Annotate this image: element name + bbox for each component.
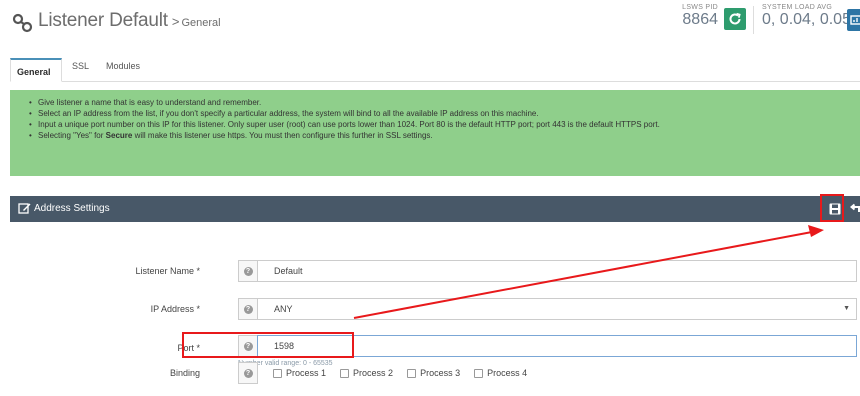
pid-label: LSWS PID (682, 4, 718, 11)
pid-value: 8864 (682, 11, 718, 28)
checkbox-label: Process 1 (286, 368, 327, 378)
breadcrumb-separator: > (171, 14, 180, 29)
binding-process-3[interactable]: Process 3 (407, 368, 460, 378)
info-line: Select an IP address from the list, if y… (29, 109, 850, 119)
load-label: SYSTEM LOAD AVG (762, 4, 833, 11)
edit-icon (18, 203, 31, 214)
binding-label: Binding (169, 368, 200, 378)
save-button[interactable] (828, 202, 842, 216)
tab-general[interactable]: General (10, 58, 62, 82)
info-secure-suffix: will make this listener use https. You m… (132, 131, 433, 140)
ip-address-label: IP Address * (150, 304, 200, 314)
undo-icon[interactable] (850, 202, 860, 214)
listener-name-input[interactable]: Default (257, 260, 857, 282)
tab-bar: General SSL Modules (10, 55, 860, 82)
help-icon: ? (243, 368, 253, 378)
refresh-icon (729, 12, 741, 25)
listener-name-label: Listener Name * (135, 266, 200, 276)
load-value: 0, 0.04, 0.05 (762, 11, 851, 28)
help-info-box: Give listener a name that is easy to und… (10, 90, 860, 176)
restart-button[interactable] (724, 8, 746, 30)
stat-divider (753, 6, 754, 34)
binding-process-4[interactable]: Process 4 (474, 368, 527, 378)
address-settings-header: Address Settings (10, 196, 860, 222)
ip-address-help[interactable]: ? (238, 298, 258, 320)
page-title: Listener Default > General (12, 10, 221, 36)
panel-title: Address Settings (34, 203, 110, 214)
system-load-stat: SYSTEM LOAD AVG 0, 0.04, 0.05 (762, 4, 851, 29)
info-line: Input a unique port number on this IP fo… (29, 120, 850, 130)
ip-address-selected: ANY (274, 304, 293, 314)
breadcrumb-current: General (181, 17, 221, 29)
monitor-button[interactable] (847, 9, 860, 31)
listener-link-icon (12, 13, 33, 33)
checkbox[interactable] (407, 368, 417, 378)
info-line: Give listener a name that is easy to und… (29, 98, 850, 108)
help-icon: ? (243, 304, 253, 314)
checkbox-label: Process 4 (487, 368, 528, 378)
checkbox-label: Process 3 (420, 368, 461, 378)
binding-help[interactable]: ? (238, 362, 258, 384)
port-input[interactable]: 1598 (257, 335, 857, 357)
dropdown-arrow-icon: ▼ (843, 305, 850, 312)
lsws-pid-stat: LSWS PID 8864 (672, 4, 718, 29)
info-secure-keyword: Secure (105, 131, 133, 140)
help-icon: ? (243, 266, 253, 276)
info-line-secure: Selecting "Yes" for Secure will make thi… (29, 131, 850, 141)
tab-modules[interactable]: Modules (100, 59, 146, 81)
port-help[interactable]: ? (238, 335, 258, 357)
listener-name-help[interactable]: ? (238, 260, 258, 282)
checkbox[interactable] (273, 368, 282, 378)
info-secure-prefix: Selecting "Yes" for (38, 131, 106, 140)
page-title-text: Listener Default (38, 10, 168, 31)
checkbox[interactable] (474, 368, 484, 378)
binding-process-2[interactable]: Process 2 (340, 368, 393, 378)
tab-ssl[interactable]: SSL (66, 59, 95, 81)
ip-address-select[interactable]: ANY ▼ (257, 298, 857, 320)
checkbox[interactable] (340, 368, 350, 378)
checkbox-label: Process 2 (353, 368, 394, 378)
chart-icon (850, 15, 860, 25)
help-icon: ? (243, 341, 253, 351)
port-label: Port * (177, 343, 200, 353)
binding-process-1[interactable]: Process 1 (273, 368, 326, 378)
binding-checkboxes: Process 1 Process 2 Process 3 Process 4 (257, 362, 541, 384)
